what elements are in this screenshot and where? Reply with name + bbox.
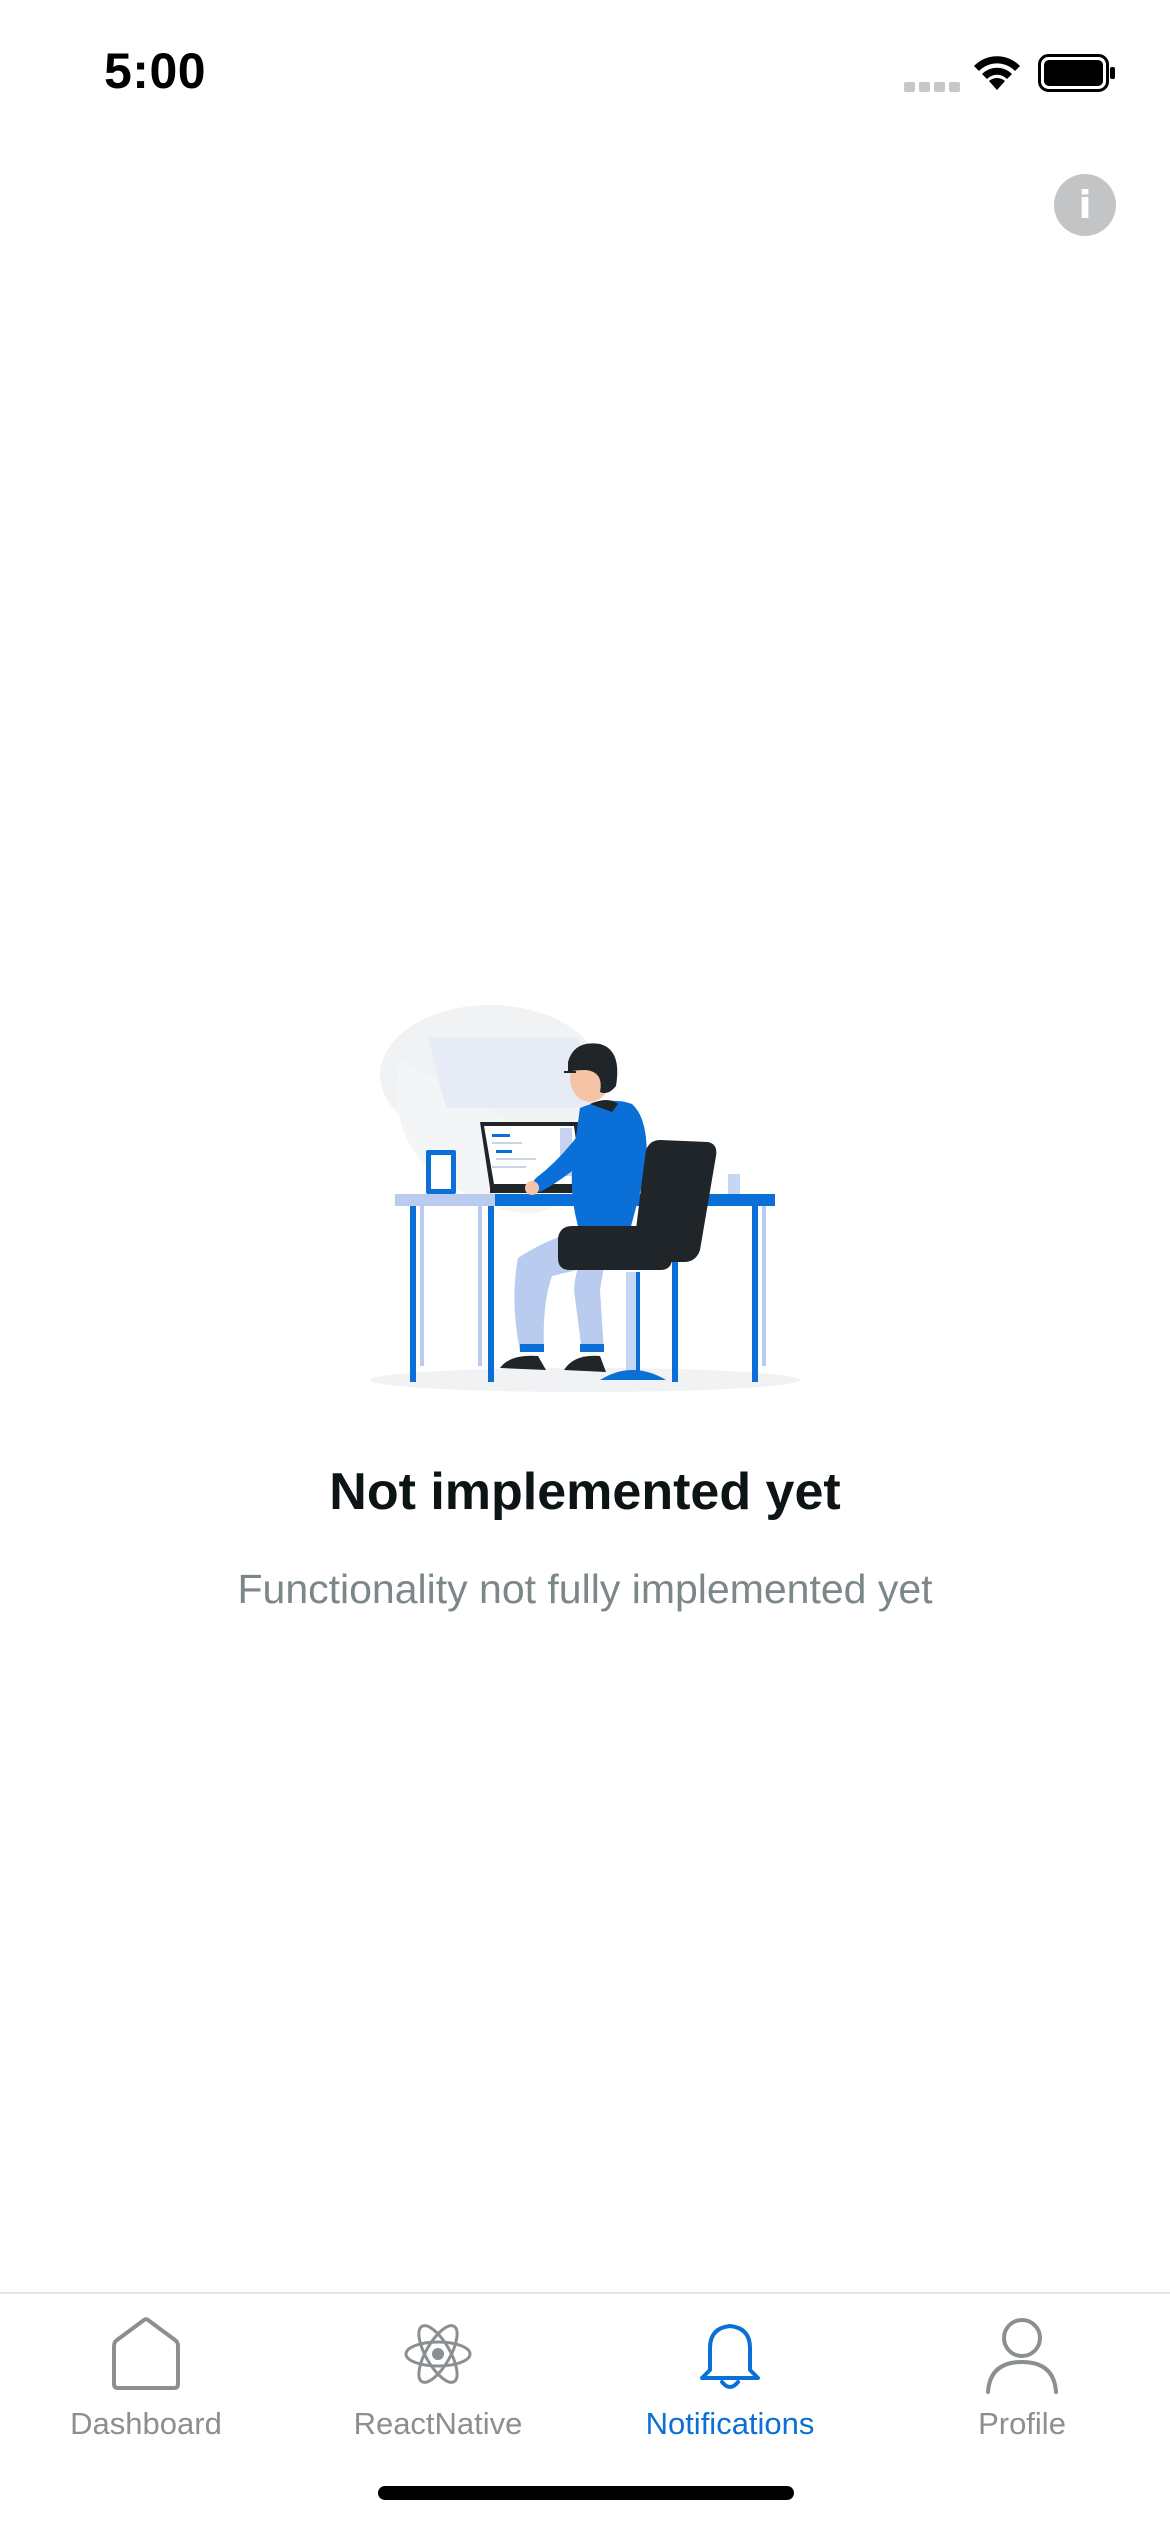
tab-label-dashboard: Dashboard (70, 2406, 222, 2441)
tab-reactnative[interactable]: ReactNative (292, 2294, 584, 2454)
info-icon: i (1078, 183, 1092, 227)
status-bar: 5:00 (0, 0, 1170, 140)
tab-profile[interactable]: Profile (876, 2294, 1168, 2454)
battery-icon (1038, 54, 1115, 92)
home-indicator (378, 2486, 794, 2500)
tab-label-reactnative: ReactNative (353, 2406, 523, 2441)
notifications-screen: 5:00 i Not implemented yet Functionality… (0, 0, 1170, 2532)
user-icon (986, 2318, 1058, 2394)
tab-label-profile: Profile (978, 2406, 1066, 2441)
person-at-desk-illustration (370, 1005, 800, 1392)
empty-state-title: Not implemented yet (329, 1463, 841, 1521)
tab-label-notifications: Notifications (645, 2406, 815, 2441)
tab-notifications[interactable]: Notifications (584, 2294, 876, 2454)
tab-dashboard[interactable]: Dashboard (0, 2294, 292, 2454)
empty-state-subtitle: Functionality not fully implemented yet (237, 1566, 933, 1612)
bell-icon (700, 2324, 760, 2389)
home-icon (112, 2317, 180, 2390)
wifi-icon (974, 56, 1020, 90)
react-atom-icon (404, 2324, 472, 2384)
info-button[interactable]: i (1054, 174, 1116, 236)
signal-icon (904, 82, 960, 92)
status-time: 5:00 (104, 43, 207, 99)
